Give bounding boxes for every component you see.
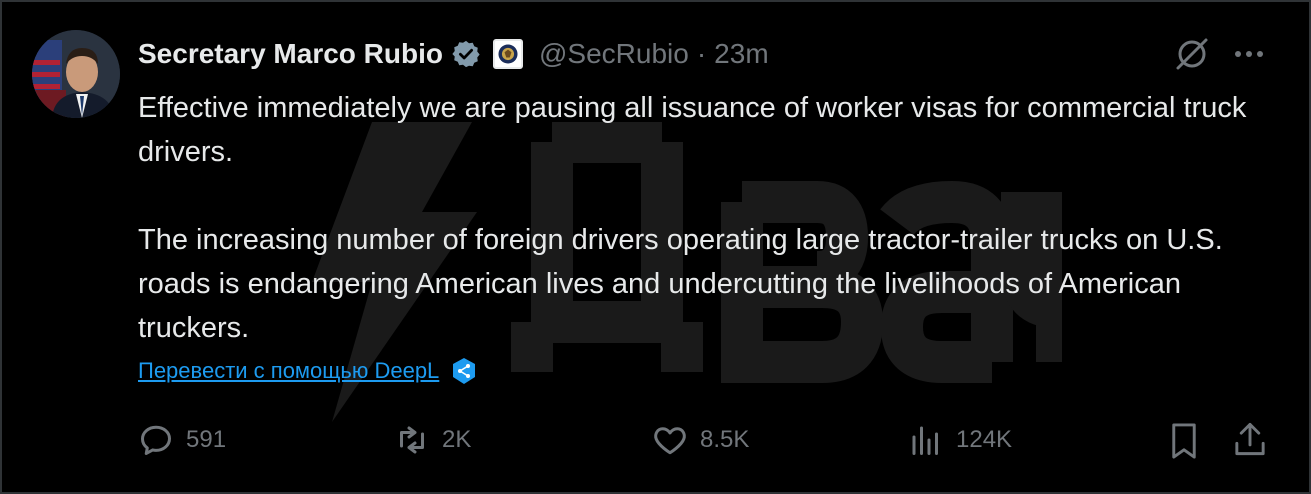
author-handle[interactable]: @SecRubio [539, 38, 689, 70]
tweet-paragraph: Effective immediately we are pausing all… [138, 92, 1247, 168]
translate-link[interactable]: Перевести с помощью DeepL [138, 358, 439, 384]
avatar[interactable] [32, 30, 120, 118]
tweet-card: Secretary Marco Rubio @SecRubio · 23m Ef… [0, 0, 1311, 494]
tweet-timestamp[interactable]: 23m [714, 38, 768, 70]
repost-count: 2K [442, 426, 472, 453]
repost-icon [400, 426, 424, 454]
reply-icon [141, 425, 171, 455]
more-icon[interactable] [1230, 42, 1268, 66]
deepl-icon[interactable] [449, 356, 479, 386]
views-icon [912, 426, 938, 455]
reply-count: 591 [186, 426, 227, 453]
tweet-text: Effective immediately we are pausing all… [138, 86, 1258, 350]
grok-icon[interactable] [1172, 34, 1212, 74]
views-count: 124K [956, 426, 1013, 453]
separator-dot: · [696, 38, 707, 69]
reply-button[interactable]: 591 [138, 420, 226, 460]
like-count: 8.5K [700, 426, 750, 453]
avatar-image [32, 30, 120, 118]
verified-badge-icon[interactable] [451, 39, 481, 69]
tweet-paragraph: The increasing number of foreign drivers… [138, 224, 1223, 344]
repost-button[interactable]: 2K [394, 420, 471, 460]
author-name[interactable]: Secretary Marco Rubio [138, 38, 443, 70]
like-icon [654, 427, 686, 455]
share-icon[interactable] [1232, 420, 1268, 458]
translate-row: Перевести с помощью DeepL [138, 356, 479, 386]
views-button[interactable]: 124K [908, 420, 1012, 460]
state-department-seal-icon[interactable] [493, 39, 523, 69]
tweet-header: Secretary Marco Rubio @SecRubio · 23m [138, 32, 769, 76]
bookmark-icon[interactable] [1166, 422, 1202, 460]
like-button[interactable]: 8.5K [652, 420, 749, 460]
